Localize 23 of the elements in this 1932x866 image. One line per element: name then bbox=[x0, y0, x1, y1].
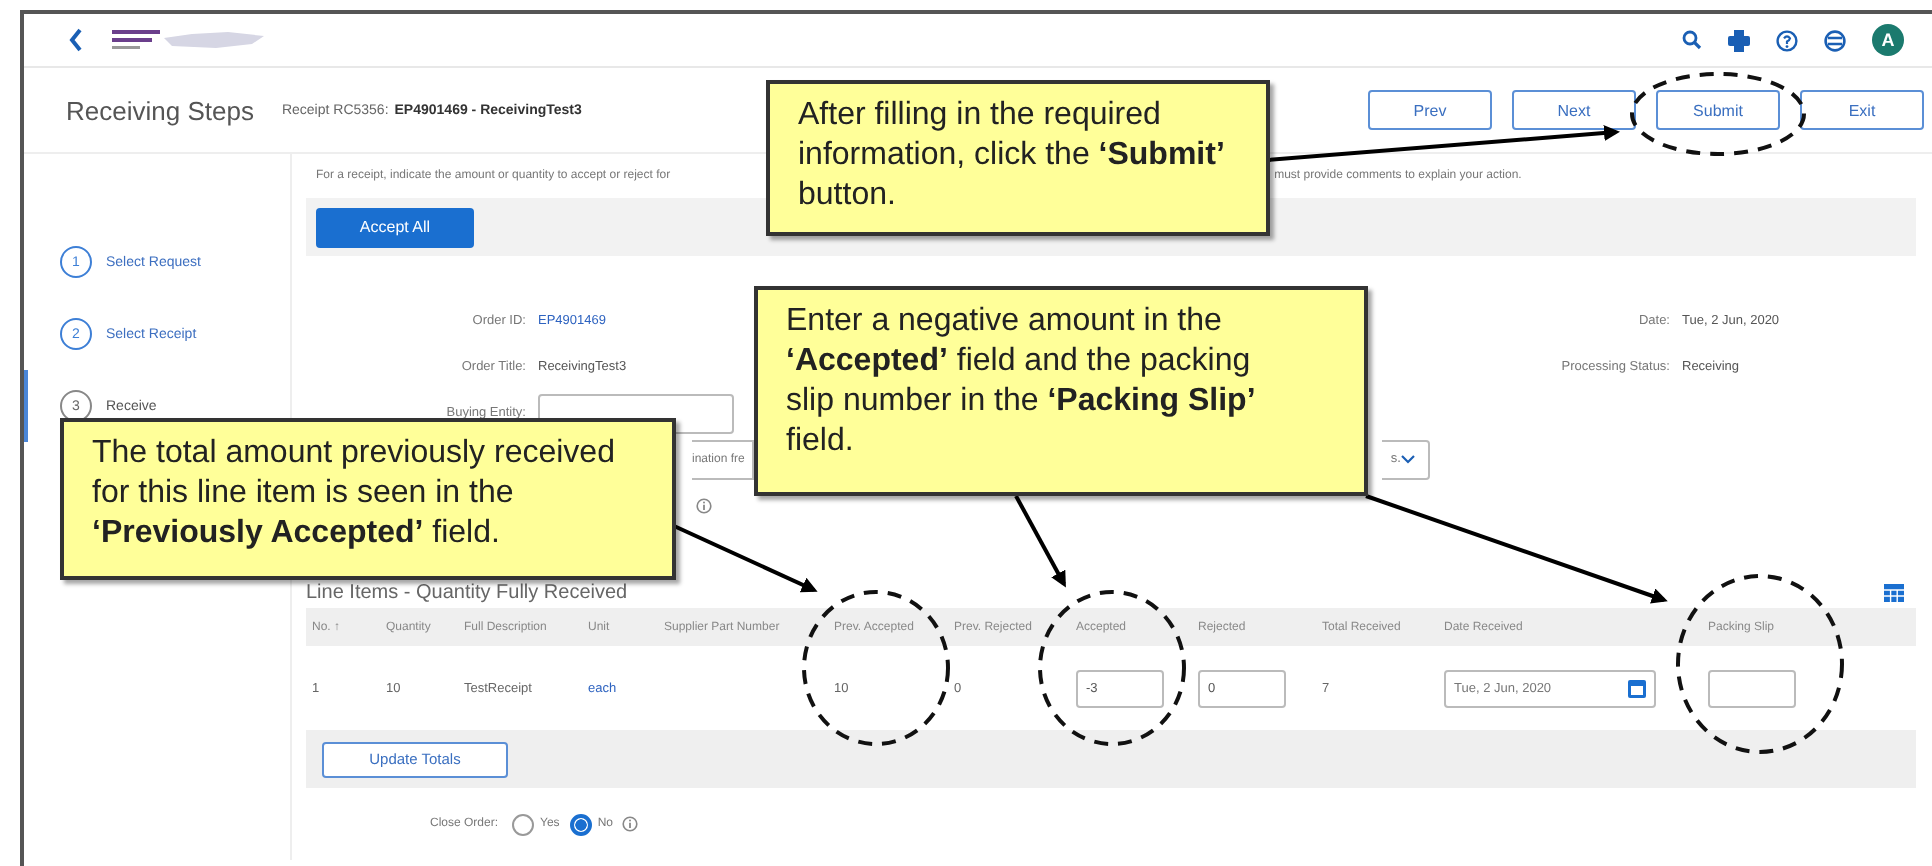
nav-button[interactable]: Submit bbox=[1656, 90, 1780, 130]
nav-button[interactable]: Prev bbox=[1368, 90, 1492, 130]
callout-tooltip: After filling in the required information, click the ‘Submit’ button. bbox=[766, 80, 1270, 236]
nav-button[interactable]: Exit bbox=[1800, 90, 1924, 130]
input-field[interactable] bbox=[1708, 669, 1796, 707]
calendar-icon[interactable] bbox=[1628, 679, 1646, 697]
table-settings-icon[interactable] bbox=[1884, 583, 1904, 601]
section-title: Line Items - Quantity Fully Received bbox=[306, 581, 628, 603]
callout-arrow bbox=[1014, 495, 1066, 588]
user-avatar[interactable]: A bbox=[1872, 24, 1904, 56]
radio-button[interactable] bbox=[512, 813, 535, 835]
callout-tooltip: The total amount previously received for this line item is seen in the ‘Previously Accepted’ field. bbox=[60, 418, 676, 580]
nav-button[interactable]: Next bbox=[1512, 90, 1636, 130]
callout-tooltip: Enter a negative amount in the ‘Accepted’ field and the packing slip number in the ‘Packing Slip’ field. bbox=[754, 286, 1368, 496]
accept-all-button[interactable]: Accept All bbox=[316, 207, 474, 247]
back-icon[interactable] bbox=[68, 28, 84, 52]
radio-button[interactable] bbox=[569, 813, 592, 835]
search-icon[interactable] bbox=[1682, 30, 1702, 50]
page-title: Receiving Steps bbox=[66, 95, 254, 125]
help-icon[interactable] bbox=[1776, 29, 1798, 51]
info-icon[interactable] bbox=[622, 816, 639, 832]
info-icon[interactable] bbox=[696, 497, 712, 513]
chevron-icon bbox=[1400, 454, 1417, 464]
